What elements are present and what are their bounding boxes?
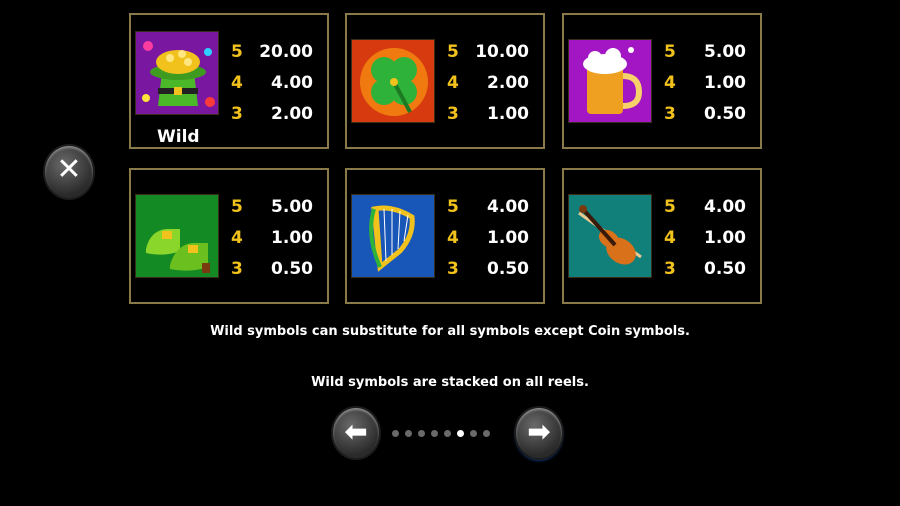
pot-of-gold-hat-icon xyxy=(135,31,219,115)
paytable-card-violin: 5 4.00 4 1.00 3 0.50 xyxy=(562,168,762,304)
pay-row: 5 20.00 xyxy=(231,42,313,66)
page-dot[interactable] xyxy=(457,430,464,437)
match-count: 3 xyxy=(664,259,676,279)
payout-value: 4.00 xyxy=(487,197,529,217)
payout-value: 5.00 xyxy=(271,197,313,217)
match-count: 5 xyxy=(664,197,676,217)
four-leaf-clover-icon xyxy=(351,39,435,123)
pay-row: 3 1.00 xyxy=(447,104,529,128)
match-count: 4 xyxy=(664,73,676,93)
match-count: 4 xyxy=(231,228,243,248)
pay-row: 3 0.50 xyxy=(231,259,313,283)
page-dot[interactable] xyxy=(418,430,425,437)
match-count: 5 xyxy=(664,42,676,62)
match-count: 4 xyxy=(447,73,459,93)
pay-row: 5 4.00 xyxy=(447,197,529,221)
close-icon: ✕ xyxy=(56,152,82,187)
beer-mug-icon xyxy=(568,39,652,123)
match-count: 3 xyxy=(664,104,676,124)
pay-row: 4 4.00 xyxy=(231,73,313,97)
pay-row: 4 1.00 xyxy=(664,228,746,252)
payout-value: 0.50 xyxy=(271,259,313,279)
paytable-card-clover: 5 10.00 4 2.00 3 1.00 xyxy=(345,13,545,149)
pay-row: 3 0.50 xyxy=(447,259,529,283)
wild-label: Wild xyxy=(157,127,200,147)
payout-value: 2.00 xyxy=(487,73,529,93)
pay-row: 4 1.00 xyxy=(231,228,313,252)
next-page-button[interactable]: ➡ xyxy=(516,408,562,458)
pay-row: 5 10.00 xyxy=(447,42,529,66)
paytable-card-harp: 5 4.00 4 1.00 3 0.50 xyxy=(345,168,545,304)
paytable-card-wild: Wild 5 20.00 4 4.00 3 2.00 xyxy=(129,13,329,149)
match-count: 3 xyxy=(231,104,243,124)
payout-value: 1.00 xyxy=(487,104,529,124)
payout-value: 1.00 xyxy=(487,228,529,248)
pay-row: 5 5.00 xyxy=(231,197,313,221)
payout-value: 20.00 xyxy=(259,42,313,62)
pay-row: 4 1.00 xyxy=(447,228,529,252)
pay-row: 3 2.00 xyxy=(231,104,313,128)
match-count: 3 xyxy=(231,259,243,279)
payout-value: 0.50 xyxy=(487,259,529,279)
leprechaun-shoes-icon xyxy=(135,194,219,278)
violin-icon xyxy=(568,194,652,278)
payout-value: 0.50 xyxy=(704,104,746,124)
harp-icon xyxy=(351,194,435,278)
pay-row: 3 0.50 xyxy=(664,104,746,128)
payout-value: 2.00 xyxy=(271,104,313,124)
match-count: 4 xyxy=(447,228,459,248)
match-count: 3 xyxy=(447,104,459,124)
pay-row: 4 1.00 xyxy=(664,73,746,97)
match-count: 5 xyxy=(447,197,459,217)
wild-substitute-info: Wild symbols can substitute for all symb… xyxy=(210,324,690,339)
match-count: 5 xyxy=(231,42,243,62)
match-count: 5 xyxy=(447,42,459,62)
page-dot[interactable] xyxy=(431,430,438,437)
paytable-card-shoes: 5 5.00 4 1.00 3 0.50 xyxy=(129,168,329,304)
paytable-card-beer: 5 5.00 4 1.00 3 0.50 xyxy=(562,13,762,149)
payout-value: 5.00 xyxy=(704,42,746,62)
previous-page-button[interactable]: ⬅ xyxy=(333,408,379,458)
page-dot[interactable] xyxy=(444,430,451,437)
page-dot[interactable] xyxy=(405,430,412,437)
payout-value: 1.00 xyxy=(704,228,746,248)
pay-row: 5 4.00 xyxy=(664,197,746,221)
page-dot[interactable] xyxy=(483,430,490,437)
match-count: 4 xyxy=(664,228,676,248)
page-dot[interactable] xyxy=(470,430,477,437)
arrow-left-icon: ⬅ xyxy=(344,415,368,448)
payout-value: 0.50 xyxy=(704,259,746,279)
match-count: 3 xyxy=(447,259,459,279)
pay-row: 5 5.00 xyxy=(664,42,746,66)
match-count: 5 xyxy=(231,197,243,217)
payout-value: 1.00 xyxy=(704,73,746,93)
payout-value: 10.00 xyxy=(475,42,529,62)
pay-row: 4 2.00 xyxy=(447,73,529,97)
wild-stacked-info: Wild symbols are stacked on all reels. xyxy=(311,375,589,390)
match-count: 4 xyxy=(231,73,243,93)
payout-value: 1.00 xyxy=(271,228,313,248)
pay-row: 3 0.50 xyxy=(664,259,746,283)
page-dot[interactable] xyxy=(392,430,399,437)
close-button[interactable]: ✕ xyxy=(45,146,93,198)
payout-value: 4.00 xyxy=(704,197,746,217)
arrow-right-icon: ➡ xyxy=(527,415,551,448)
payout-value: 4.00 xyxy=(271,73,313,93)
